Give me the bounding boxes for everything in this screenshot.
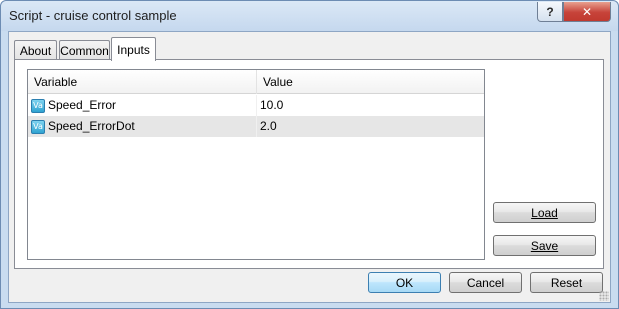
inputs-list-view[interactable]: Variable Value Va Speed_Error 10.0 Va Sp…: [27, 69, 485, 260]
variable-cell: Va Speed_ErrorDot: [31, 116, 255, 137]
table-row[interactable]: Va Speed_Error 10.0: [28, 95, 484, 116]
tab-about[interactable]: About: [14, 40, 57, 61]
column-header-value[interactable]: Value: [257, 70, 484, 94]
resize-grip[interactable]: [599, 291, 609, 301]
value-cell[interactable]: 2.0: [256, 116, 484, 137]
value-cell[interactable]: 10.0: [256, 95, 484, 116]
variable-cell: Va Speed_Error: [31, 95, 255, 116]
help-button[interactable]: ?: [537, 2, 563, 22]
close-button[interactable]: ✕: [563, 2, 611, 22]
tab-inputs-label: Inputs: [117, 42, 150, 57]
tab-inputs[interactable]: Inputs: [111, 37, 156, 61]
inputs-tab-panel: Variable Value Va Speed_Error 10.0 Va Sp…: [14, 59, 604, 269]
variable-name: Speed_ErrorDot: [48, 119, 135, 133]
table-row[interactable]: Va Speed_ErrorDot 2.0: [28, 116, 484, 137]
variable-name: Speed_Error: [48, 98, 117, 112]
cancel-button[interactable]: Cancel: [449, 272, 522, 293]
help-icon: ?: [546, 4, 554, 19]
column-header-variable[interactable]: Variable: [28, 70, 256, 94]
cancel-button-label: Cancel: [466, 275, 505, 290]
reset-button-label: Reset: [550, 275, 583, 290]
variable-icon: Va: [31, 98, 45, 113]
close-icon: ✕: [581, 4, 593, 19]
reset-button[interactable]: Reset: [530, 272, 603, 293]
window-title: Script - cruise control sample: [9, 8, 177, 23]
tab-common-label: Common: [60, 44, 109, 58]
tab-common[interactable]: Common: [59, 40, 110, 61]
title-bar[interactable]: Script - cruise control sample ? ✕: [1, 1, 618, 31]
save-button[interactable]: Save: [493, 235, 596, 256]
ok-button[interactable]: OK: [368, 272, 441, 293]
ok-button-label: OK: [395, 275, 414, 290]
list-header: Variable Value: [28, 70, 484, 94]
load-button-label: Load: [531, 205, 558, 220]
dialog-window: Script - cruise control sample ? ✕ About…: [0, 0, 619, 309]
load-button[interactable]: Load: [493, 202, 596, 223]
tab-about-label: About: [19, 44, 52, 58]
variable-icon: Va: [31, 119, 45, 134]
save-button-label: Save: [530, 238, 559, 253]
dialog-client-area: About Common Inputs Variable Value Va Sp…: [8, 31, 611, 303]
